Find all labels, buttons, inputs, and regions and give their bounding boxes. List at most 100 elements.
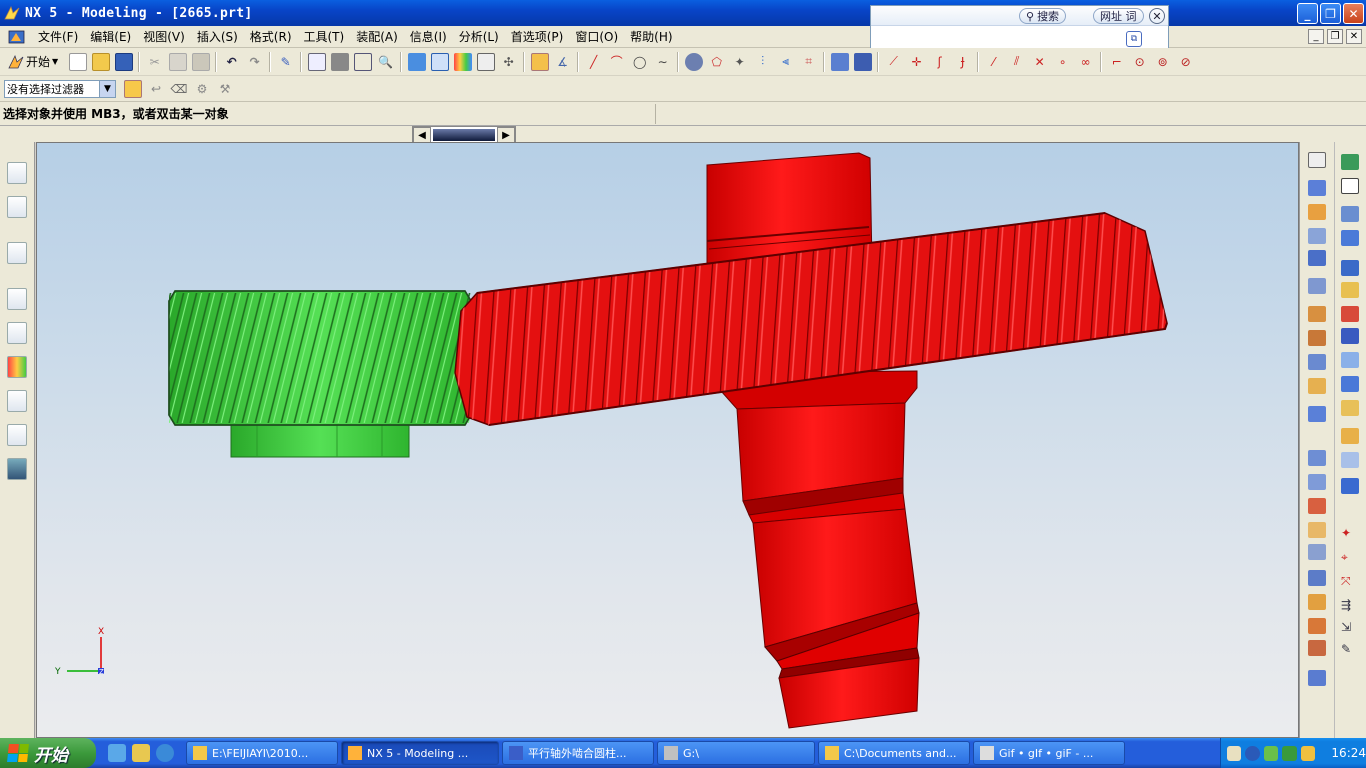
media-icon[interactable] [132, 744, 150, 762]
task-documents[interactable]: C:\Documents and... [818, 741, 970, 765]
move-object-icon[interactable]: ⇶ [1341, 598, 1359, 614]
zoom-icon[interactable] [330, 52, 349, 71]
minimize-button[interactable]: _ [1297, 3, 1318, 24]
curve-length-icon[interactable]: ʃ [931, 53, 949, 71]
menu-format[interactable]: 格式(R) [244, 28, 298, 45]
menu-information[interactable]: 信息(I) [404, 28, 453, 45]
task-nx[interactable]: NX 5 - Modeling ... [341, 741, 499, 765]
copy-icon[interactable] [168, 52, 187, 71]
boss-icon[interactable] [1308, 250, 1326, 266]
undo-icon[interactable]: ↶ [223, 53, 241, 71]
line-icon[interactable]: ╱ [585, 53, 603, 71]
url-button[interactable]: 网址 词 [1093, 8, 1144, 24]
swept-icon[interactable] [1341, 260, 1359, 276]
menu-insert[interactable]: 插入(S) [191, 28, 244, 45]
extrude-feature-icon[interactable] [1308, 180, 1326, 196]
nx-menu-icon[interactable] [8, 29, 26, 45]
chevron-left-icon[interactable]: ◀ [413, 127, 431, 143]
shell-icon[interactable] [1308, 618, 1326, 634]
pad-icon[interactable] [1308, 306, 1326, 322]
ime-icon[interactable] [1227, 745, 1242, 761]
task-word[interactable]: 平行轴外啮合圆柱... [502, 741, 654, 765]
clock[interactable]: 16:24 [1331, 746, 1366, 760]
snap-point-icon[interactable] [124, 79, 142, 98]
pinion-gear[interactable] [168, 290, 472, 458]
fit-view-icon[interactable] [307, 52, 326, 71]
menu-assemblies[interactable]: 装配(A) [350, 28, 404, 45]
revolve-feature-icon[interactable] [1308, 204, 1326, 220]
subtract-icon[interactable] [1308, 474, 1326, 490]
ie-icon[interactable] [156, 744, 174, 762]
analysis-icon[interactable]: ⊙ [1131, 53, 1149, 71]
task-drive-g[interactable]: G:\ [657, 741, 815, 765]
close-button[interactable]: ✕ [1343, 3, 1364, 24]
point-set-icon[interactable]: ✦ [1341, 526, 1359, 542]
chamfer-icon[interactable] [853, 52, 872, 71]
patch-icon[interactable] [1341, 478, 1359, 494]
divide-curve-icon[interactable]: ✛ [908, 53, 926, 71]
history-icon[interactable] [7, 288, 27, 310]
chevron-right-icon[interactable]: ▶ [497, 127, 515, 143]
pocket-icon[interactable] [1308, 278, 1326, 294]
save-icon[interactable] [114, 52, 133, 71]
groove-icon[interactable] [1308, 354, 1326, 370]
back-icon[interactable]: ↩ [147, 80, 165, 98]
menu-analysis[interactable]: 分析(L) [453, 28, 505, 45]
system-materials-icon[interactable] [7, 322, 27, 344]
doc-minimize-button[interactable]: _ [1308, 29, 1324, 44]
trimmed-sheet-icon[interactable] [1341, 452, 1359, 468]
browser-icon[interactable] [108, 744, 126, 762]
mirror-icon[interactable] [1308, 670, 1326, 686]
studio-icon[interactable] [453, 52, 472, 71]
bridge-curve-icon[interactable]: ⫽ [1008, 53, 1026, 71]
chevron-left-icon[interactable] [1245, 745, 1260, 761]
trim-body-icon[interactable] [1308, 522, 1326, 538]
sketch-icon[interactable] [1308, 152, 1326, 168]
extension-icon[interactable] [1341, 352, 1359, 368]
thicken-icon[interactable] [1341, 400, 1359, 416]
edit-object-icon[interactable]: ✎ [1341, 642, 1359, 658]
project-curve-icon[interactable]: ∘ [1054, 53, 1072, 71]
widget-go-icon[interactable]: ⧉ [1126, 31, 1142, 47]
restore-button[interactable]: ❐ [1320, 3, 1341, 24]
quick-pick-icon[interactable]: ⚙ [193, 80, 211, 98]
eraser-icon[interactable]: ⌫ [170, 80, 188, 98]
orient-view-icon[interactable]: ✣ [500, 53, 518, 71]
sew-icon[interactable] [1341, 376, 1359, 392]
join-curve-icon[interactable]: ✕ [1031, 53, 1049, 71]
cut-icon[interactable]: ✂ [146, 53, 164, 71]
block-icon[interactable] [1308, 406, 1326, 422]
coordinate-system-icon[interactable]: ⌗ [800, 53, 818, 71]
revolve-icon[interactable]: ⬠ [708, 53, 726, 71]
layout-icon[interactable] [476, 52, 495, 71]
blank-icon[interactable] [1341, 178, 1359, 194]
draft-icon[interactable] [1308, 594, 1326, 610]
curvature-icon[interactable]: ⊘ [1177, 53, 1195, 71]
circle-icon[interactable]: ◯ [631, 53, 649, 71]
extrude-icon[interactable] [684, 52, 703, 71]
wireframe-icon[interactable] [430, 52, 449, 71]
start-menu-button[interactable]: 开始 ▼ [8, 53, 58, 70]
measure-angle-icon[interactable]: ∡ [554, 53, 572, 71]
mesh-surface-icon[interactable] [1341, 230, 1359, 246]
network-icon[interactable] [1263, 745, 1279, 761]
intersect-icon[interactable] [1308, 498, 1326, 514]
redo-icon[interactable]: ↷ [246, 53, 264, 71]
slot-icon[interactable] [1308, 330, 1326, 346]
n-sided-surface-icon[interactable] [1341, 306, 1359, 322]
type-filter-select[interactable]: 没有选择过滤器 ▼ [4, 79, 116, 98]
process-studio-icon[interactable] [7, 390, 27, 412]
measure-distance-icon[interactable] [530, 52, 549, 71]
helix-icon[interactable]: ⌐ [1108, 53, 1126, 71]
paste-icon[interactable] [191, 52, 210, 71]
trim-curve-icon[interactable]: ⟋ [885, 53, 903, 71]
edge-blend-icon[interactable] [830, 52, 849, 71]
shaded-icon[interactable] [407, 52, 426, 71]
offset-face-icon[interactable] [1308, 570, 1326, 586]
through-curves-icon[interactable] [1341, 206, 1359, 222]
open-folder-icon[interactable] [91, 52, 110, 71]
palette-icon[interactable] [7, 356, 27, 378]
search-button[interactable]: ⚲ 搜索 [1019, 8, 1067, 24]
split-body-icon[interactable] [1308, 544, 1326, 560]
start-button[interactable]: 开始 [0, 738, 96, 768]
